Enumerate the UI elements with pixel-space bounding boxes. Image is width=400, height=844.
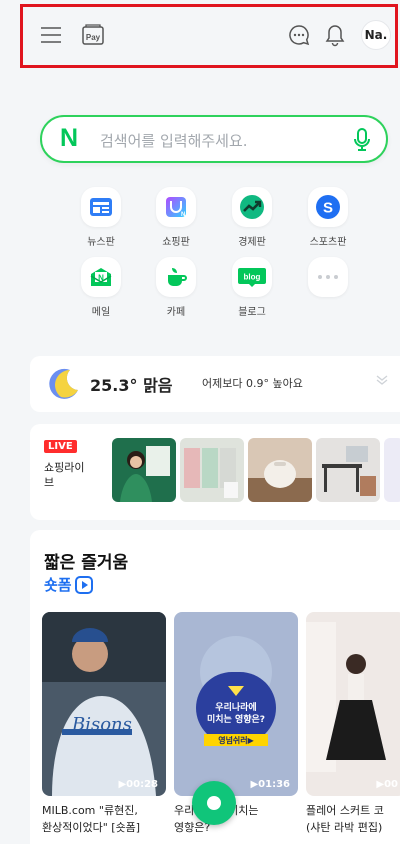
weather-compare: 어제보다 0.9° 높아요: [202, 377, 303, 390]
shortcut-label: 쇼핑판: [162, 237, 190, 248]
economy-icon: [232, 187, 272, 227]
shortform-link[interactable]: 숏폼: [44, 574, 93, 595]
svg-text:N: N: [181, 212, 185, 218]
shortcut-label: 카페: [166, 307, 186, 318]
video-duration: ▶00: [376, 779, 398, 790]
shortcut-label: 스포츠판: [309, 237, 347, 248]
naver-logo: N: [60, 124, 79, 152]
video-overlay-tag: 영넘쉬러▶: [218, 735, 254, 745]
moon-icon: [46, 366, 82, 406]
video-thumb[interactable]: Bisons ▶00:28: [42, 612, 166, 796]
live-badge: LIVE: [44, 440, 77, 453]
shortcut-sports[interactable]: S 스포츠판: [298, 187, 358, 248]
shopping-live-label: 쇼핑라이브: [44, 461, 85, 489]
svg-text:blog: blog: [244, 273, 261, 282]
weather-temp: 25.3° 맑음: [90, 376, 173, 395]
avatar[interactable]: Na.: [361, 20, 391, 50]
pay-icon[interactable]: Pay: [79, 21, 107, 49]
chat-icon[interactable]: [285, 21, 313, 49]
cafe-icon: [156, 257, 196, 297]
shortcut-more[interactable]: [298, 257, 358, 303]
shortcut-blog[interactable]: blog 블로그: [222, 257, 282, 318]
menu-icon[interactable]: [37, 21, 65, 49]
news-icon: [81, 187, 121, 227]
shopping-icon: N: [156, 187, 196, 227]
shortcut-news[interactable]: 뉴스판: [71, 187, 131, 248]
video-caption[interactable]: MILB.com "류현진, 환상적이었다" [숏폼]: [42, 802, 168, 836]
shopping-live-card[interactable]: LIVE 쇼핑라이브: [30, 424, 400, 520]
chevron-down-icon[interactable]: [376, 374, 388, 388]
pay-label: Pay: [86, 33, 101, 42]
live-thumb[interactable]: [180, 438, 244, 502]
shortcut-label: 블로그: [238, 307, 266, 318]
sports-icon: S: [308, 187, 348, 227]
shortcut-label: 경제판: [238, 237, 266, 248]
search-bar[interactable]: N 검색어를 입력해주세요.: [40, 115, 388, 163]
top-bar: Pay Na.: [20, 4, 398, 68]
video-overlay-line1: 우리나라에: [215, 701, 256, 713]
shortcut-shopping[interactable]: N 쇼핑판: [146, 187, 206, 248]
shortcut-label: 뉴스판: [87, 237, 115, 248]
shorts-title: 짧은 즐거움: [44, 553, 129, 573]
live-thumb[interactable]: [316, 438, 380, 502]
shortcut-label: 메일: [91, 307, 111, 318]
live-thumb[interactable]: [384, 438, 400, 502]
video-thumb[interactable]: 우리나라에 미치는 영향은? 영넘쉬러▶ ▶01:36: [174, 612, 298, 796]
blog-icon: blog: [232, 257, 272, 297]
svg-text:Bisons: Bisons: [71, 714, 132, 735]
shortcut-cafe[interactable]: 카페: [146, 257, 206, 318]
video-overlay-line2: 미치는 영향은?: [207, 713, 265, 725]
shortcut-economy[interactable]: 경제판: [222, 187, 282, 248]
weather-card[interactable]: 25.3° 맑음 어제보다 0.9° 높아요: [30, 356, 400, 412]
green-dot-button[interactable]: [192, 781, 236, 825]
bell-icon[interactable]: [321, 21, 349, 49]
video-thumb[interactable]: ▶00: [306, 612, 400, 796]
video-caption[interactable]: 플레어 스커트 코 (샤탄 라박 편집): [306, 802, 400, 836]
live-thumb[interactable]: [248, 438, 312, 502]
live-thumb[interactable]: [112, 438, 176, 502]
video-duration: ▶01:36: [250, 779, 290, 790]
video-duration: ▶00:28: [118, 779, 158, 790]
more-icon: [308, 257, 348, 297]
play-icon: [74, 575, 93, 594]
search-placeholder: 검색어를 입력해주세요.: [100, 132, 248, 150]
mic-icon[interactable]: [352, 127, 372, 157]
shortcut-mail[interactable]: N 메일: [71, 257, 131, 318]
mail-icon: N: [81, 257, 121, 297]
svg-text:S: S: [323, 200, 333, 217]
